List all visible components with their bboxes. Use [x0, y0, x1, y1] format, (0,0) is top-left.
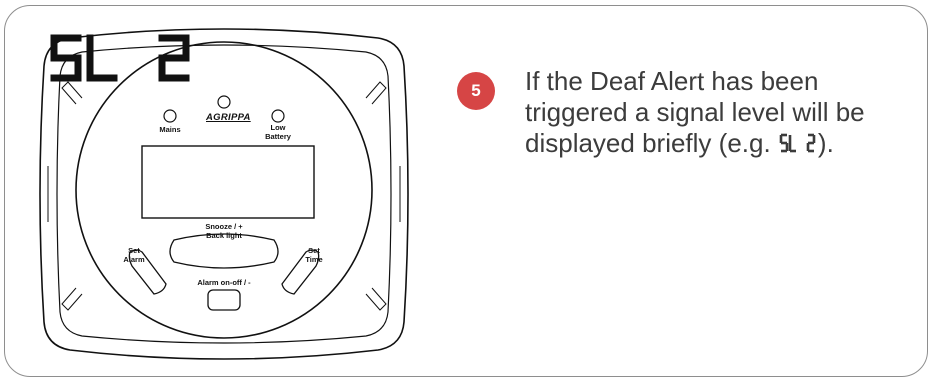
mains-label-text: Mains	[159, 125, 181, 134]
instruction-text-end: ).	[817, 128, 834, 158]
step-number-badge: 5	[457, 72, 495, 110]
low-battery-label-line1: Low	[270, 123, 286, 132]
set-time-button[interactable]	[282, 250, 318, 294]
brand-logo: AGRIPPA	[206, 112, 251, 123]
low-battery-label-line2: Battery	[265, 132, 291, 141]
top-led-icon	[217, 95, 231, 109]
set-alarm-button[interactable]	[130, 250, 166, 294]
mains-label: Mains	[150, 125, 190, 134]
instruction-text: If the Deaf Alert has been triggered a s…	[525, 66, 920, 162]
alarm-clock-device: AGRIPPA Mains Low Battery Snooze / + Bac…	[38, 26, 410, 362]
inline-segment-glyphs	[779, 133, 816, 153]
lcd-display	[50, 34, 190, 82]
mains-led-icon	[163, 109, 177, 123]
alarm-onoff-button[interactable]	[208, 290, 240, 310]
snooze-button[interactable]	[168, 230, 280, 270]
alarm-onoff-label: Alarm on-off / -	[197, 278, 251, 287]
low-battery-label: Low Battery	[258, 123, 298, 141]
low-battery-led-icon	[271, 109, 285, 123]
inline-display-example	[778, 131, 818, 162]
